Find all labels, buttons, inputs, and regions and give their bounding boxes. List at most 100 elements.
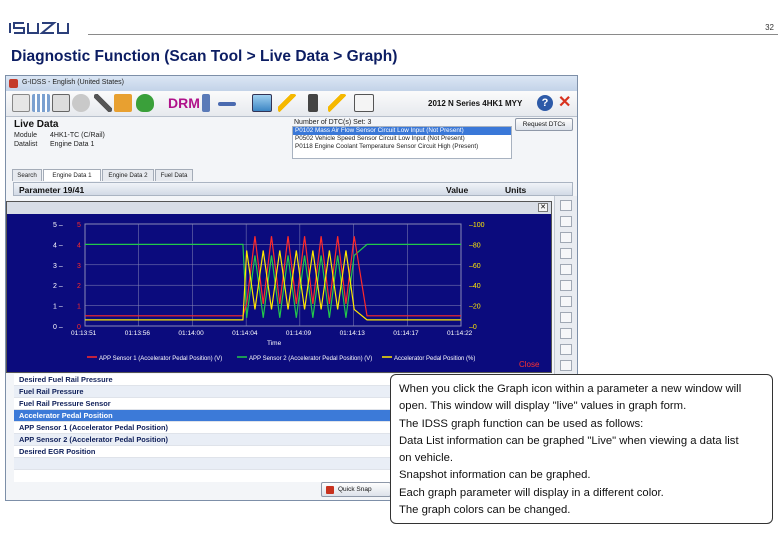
list-item[interactable]: Desired EGR Position (14, 446, 396, 458)
graph-close-link[interactable]: Close (519, 360, 539, 369)
slide-title: Diagnostic Function (Scan Tool > Live Da… (11, 48, 398, 65)
info-icon[interactable] (202, 94, 210, 112)
graph-icon[interactable] (560, 296, 572, 307)
graph-icon[interactable] (560, 344, 572, 355)
y-tick-label-red: 3 (77, 263, 81, 270)
graph-icon[interactable] (560, 264, 572, 275)
y-tick-label-red: 4 (77, 242, 81, 249)
lightning-icon-2[interactable] (328, 94, 346, 112)
graph-icon[interactable] (560, 360, 572, 371)
datalist-icon[interactable] (32, 94, 50, 112)
y-tick-label: 3 – (53, 263, 63, 270)
callout-line: The graph colors can be changed. (399, 504, 571, 517)
graph-icon[interactable] (560, 232, 572, 243)
datalist-label: Datalist (14, 141, 38, 148)
lightning-icon[interactable] (278, 94, 296, 112)
y-tick-label-right: –20 (469, 304, 481, 311)
x-tick-label: 01:13:56 (125, 330, 151, 337)
graph-icon[interactable] (560, 312, 572, 323)
callout-line: Data List information can be graphed "Li… (399, 434, 739, 447)
graph-icon[interactable] (560, 280, 572, 291)
page-number: 32 (765, 23, 774, 32)
list-item[interactable]: APP Sensor 2 (Accelerator Pedal Position… (14, 434, 396, 446)
callout-line: When you click the Graph icon within a p… (399, 383, 742, 395)
list-item[interactable]: Accelerator Pedal Position (14, 410, 396, 422)
print-icon[interactable] (354, 94, 374, 112)
tab-engine-data-2[interactable]: Engine Data 2 (102, 169, 154, 181)
list-item[interactable]: Fuel Rail Pressure (14, 386, 396, 398)
graph-window-bar: ✕ (7, 202, 551, 214)
y-tick-label-right: –40 (469, 283, 481, 290)
x-tick-label: 01:14:17 (393, 330, 419, 337)
minus-icon[interactable] (218, 102, 236, 106)
legend-entry: APP Sensor 2 (Accelerator Pedal Position… (249, 356, 372, 362)
dtc-item[interactable]: P0118 Engine Coolant Temperature Sensor … (293, 143, 511, 151)
y-tick-label: 5 – (53, 222, 63, 229)
y-tick-label-right: –100 (469, 222, 485, 229)
quick-snap-button[interactable]: Quick Snap (321, 482, 391, 497)
device-icon[interactable] (308, 94, 318, 112)
module-label: Module (14, 132, 37, 139)
datalist-value: Engine Data 1 (50, 141, 95, 148)
frog-icon[interactable] (136, 94, 154, 112)
graph-window-close-icon[interactable]: ✕ (538, 203, 548, 212)
y-tick-label: 1 – (53, 304, 63, 311)
dtc-item[interactable]: P0502 Vehicle Speed Sensor Circuit Low I… (293, 135, 511, 143)
graph-icon[interactable] (560, 200, 572, 211)
list-item[interactable] (14, 458, 396, 470)
header-rule (88, 34, 778, 35)
list-item[interactable]: APP Sensor 1 (Accelerator Pedal Position… (14, 422, 396, 434)
live-data-graph: 5 – 5 –100 4 – 4 –80 3 – 3 –60 2 – 2 –40 1 – 1 –20 0 – 0… (53, 222, 485, 362)
callout-line: Snapshot information can be graphed. (399, 469, 591, 482)
vehicle-label: 2012 N Series 4HK1 MYY (428, 99, 523, 108)
x-tick-label: 01:14:22 (447, 330, 473, 337)
tab-fuel-data[interactable]: Fuel Data (155, 169, 193, 181)
dtc-count: Number of DTC(s) Set: 3 (294, 119, 372, 126)
series-line-app-sensor-2 (85, 243, 461, 318)
monitor-icon[interactable] (252, 94, 272, 112)
close-icon[interactable]: ✕ (558, 94, 571, 112)
dtc-list: P0102 Mass Air Flow Sensor Circuit Low I… (292, 126, 512, 159)
tab-engine-data-1[interactable]: Engine Data 1 (43, 169, 101, 181)
y-tick-label-right: –60 (469, 263, 481, 270)
settings-icon[interactable] (72, 94, 90, 112)
list-item[interactable]: Desired Fuel Rail Pressure (14, 374, 396, 386)
x-tick-label: 01:13:51 (71, 330, 97, 337)
units-column-header[interactable]: Units (505, 185, 526, 195)
parameter-list: Desired Fuel Rail Pressure Fuel Rail Pre… (14, 374, 396, 482)
x-tick-label: 01:14:04 (232, 330, 258, 337)
graph-icon[interactable] (560, 328, 572, 339)
dtc-item[interactable]: P0102 Mass Air Flow Sensor Circuit Low I… (293, 127, 511, 135)
request-dtcs-button[interactable]: Request DTCs (515, 118, 573, 131)
graph-icon[interactable] (560, 216, 572, 227)
window-titlebar: G-IDSS - English (United States) (6, 76, 577, 91)
tab-search[interactable]: Search (12, 169, 42, 181)
parameter-column-header[interactable]: Parameter 19/41 (19, 185, 84, 195)
x-axis-title: Time (267, 340, 282, 347)
y-tick-label-right: –80 (469, 242, 481, 249)
snapshot-icon[interactable] (114, 94, 132, 112)
y-tick-label-red: 1 (77, 304, 81, 311)
app-icon (9, 79, 18, 88)
x-tick-label: 01:14:13 (340, 330, 366, 337)
plot-frame (84, 223, 462, 327)
parameter-header: Parameter 19/41 Value Units (13, 182, 573, 196)
list-item[interactable]: Fuel Rail Pressure Sensor (14, 398, 396, 410)
x-tick-label: 01:14:09 (286, 330, 312, 337)
graph-icon[interactable] (560, 248, 572, 259)
live-data-title: Live Data (14, 119, 59, 130)
callout-line: Each graph parameter will display in a d… (399, 486, 664, 499)
home-icon[interactable] (12, 94, 30, 112)
help-icon[interactable]: ? (537, 95, 553, 111)
legend-entry: APP Sensor 1 (Accelerator Pedal Position… (99, 356, 222, 362)
y-tick-label: 0 – (53, 324, 63, 331)
y-tick-label: 2 – (53, 283, 63, 290)
y-tick-label: 4 – (53, 242, 63, 249)
calculator-icon[interactable] (52, 94, 70, 112)
isuzu-logo (9, 22, 69, 34)
tools-icon[interactable] (94, 94, 112, 112)
drm-label[interactable]: DRM (168, 95, 200, 111)
y-tick-label-red: 5 (77, 222, 81, 229)
value-column-header[interactable]: Value (446, 185, 468, 195)
callout-line: open. This window will display "live" va… (399, 400, 687, 413)
